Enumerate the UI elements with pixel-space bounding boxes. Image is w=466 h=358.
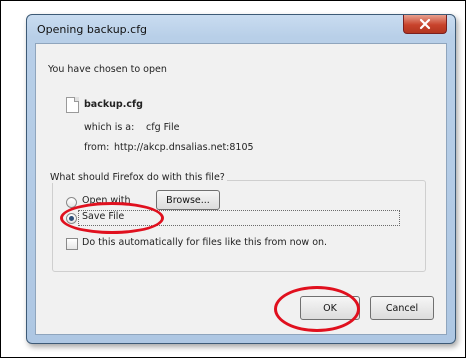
browse-button[interactable]: Browse... xyxy=(156,190,220,210)
type-value: cfg File xyxy=(146,122,180,133)
auto-checkbox[interactable] xyxy=(66,238,78,250)
from-value: http://akcp.dnsalias.net:8105 xyxy=(114,142,254,153)
ok-button[interactable]: OK xyxy=(300,296,360,320)
intro-text: You have chosen to open xyxy=(48,64,167,75)
save-file-label[interactable]: Save File xyxy=(82,211,124,222)
close-button[interactable] xyxy=(403,15,447,34)
save-file-radio[interactable] xyxy=(66,213,77,224)
download-dialog: Opening backup.cfg You have chosen to op… xyxy=(26,14,456,344)
file-name: backup.cfg xyxy=(84,99,143,110)
open-with-radio[interactable] xyxy=(66,197,77,208)
dialog-body: You have chosen to open backup.cfg which… xyxy=(35,43,447,335)
from-label: from: xyxy=(84,142,110,153)
open-with-label[interactable]: Open with xyxy=(82,195,131,206)
auto-label[interactable]: Do this automatically for files like thi… xyxy=(82,237,327,248)
cancel-button[interactable]: Cancel xyxy=(370,296,434,320)
dialog-title: Opening backup.cfg xyxy=(37,23,148,36)
file-icon xyxy=(66,97,79,113)
title-bar[interactable]: Opening backup.cfg xyxy=(27,15,455,43)
close-icon xyxy=(419,18,431,30)
action-group xyxy=(52,180,426,272)
focus-rectangle xyxy=(78,210,400,226)
action-question: What should Firefox do with this file? xyxy=(48,172,227,183)
type-label: which is a: xyxy=(84,122,135,133)
